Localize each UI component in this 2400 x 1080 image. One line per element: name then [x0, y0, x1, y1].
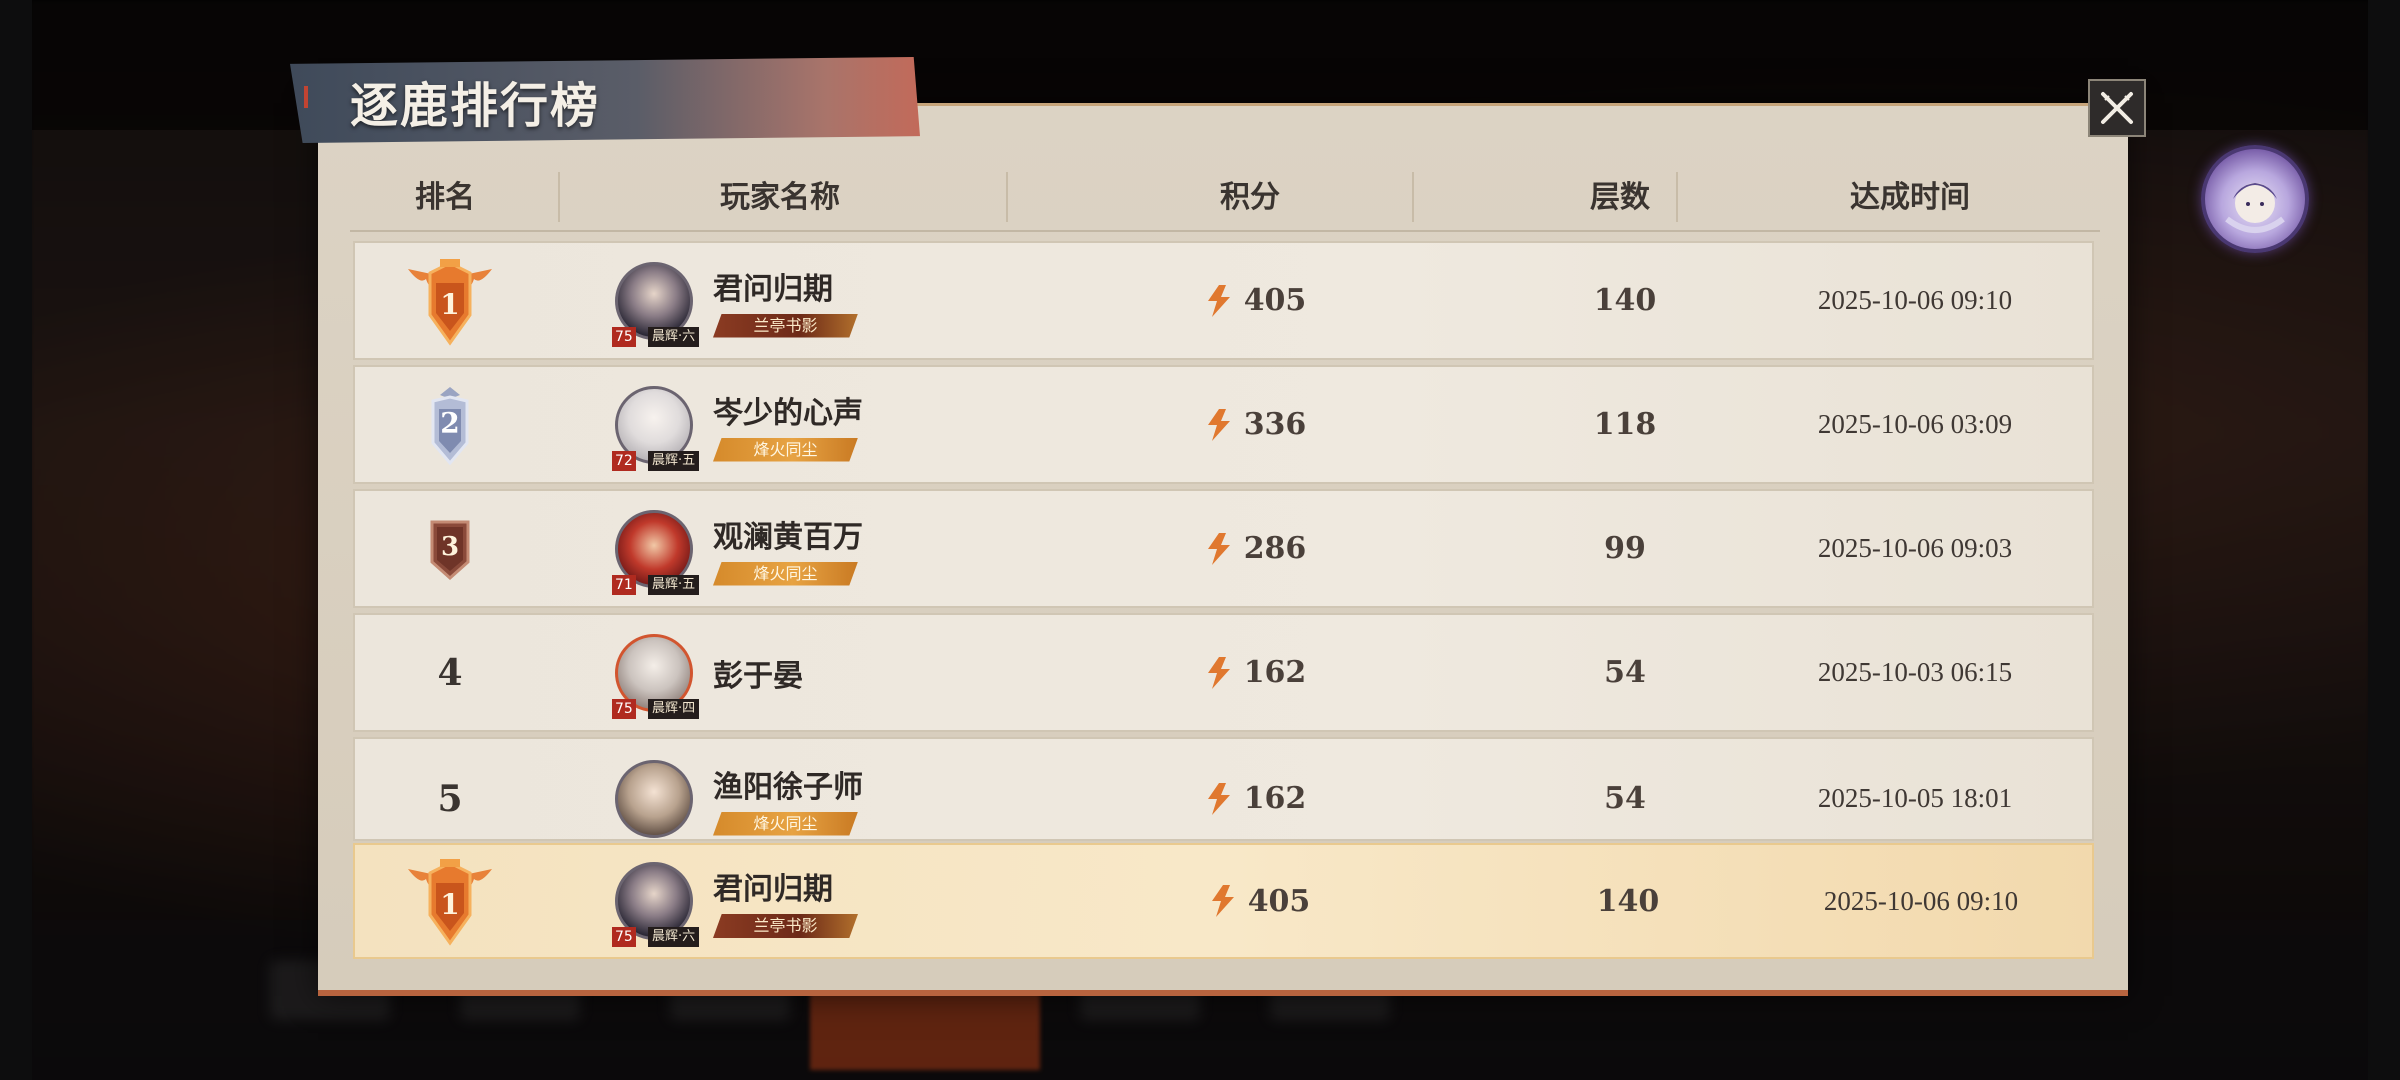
- header-divider: [1676, 172, 1678, 222]
- player-honor-title: 晨辉·五: [648, 450, 700, 471]
- floors-value: 140: [1596, 883, 1660, 919]
- player-honor-title: 晨辉·六: [648, 927, 700, 947]
- score-value: 405: [1247, 883, 1311, 919]
- achieved-time: 2025-10-06 09:10: [1817, 285, 2013, 315]
- rank-number: 3: [440, 531, 460, 562]
- player-level: 75: [612, 326, 636, 347]
- my-rank-row[interactable]: 1 75 晨辉·六 君问归期 兰亭书影 405 140 2025-10-06 0…: [353, 843, 2094, 959]
- score-value: 162: [1243, 781, 1307, 816]
- achieved-time: 2025-10-06 09:03: [1817, 533, 2013, 563]
- floors-value: 118: [1593, 407, 1657, 442]
- score-value: 162: [1243, 655, 1307, 690]
- guild-tag: 烽火同尘: [713, 437, 858, 462]
- rank-number: 2: [440, 406, 460, 440]
- player-honor-title: 晨辉·六: [648, 326, 700, 347]
- table-row[interactable]: 1 75 晨辉·六 君问归期 兰亭书影 405 140 2025-10-06 0…: [353, 241, 2094, 360]
- player-avatar[interactable]: [615, 759, 693, 838]
- score-value: 405: [1243, 283, 1307, 318]
- guild-tag: 烽火同尘: [713, 561, 858, 586]
- avatar-portrait-icon: [2225, 183, 2285, 233]
- close-x-icon: [2101, 92, 2133, 124]
- achieved-time: 2025-10-06 09:10: [1823, 885, 2019, 916]
- score-flame-icon: [1207, 532, 1230, 565]
- column-score: 积分: [1220, 180, 1280, 215]
- score-value: 336: [1243, 407, 1307, 442]
- column-rank: 排名: [415, 180, 475, 215]
- header-divider: [558, 172, 560, 222]
- player-name: 君问归期: [713, 872, 833, 907]
- column-floors: 层数: [1590, 180, 1650, 215]
- player-level: 75: [612, 927, 636, 947]
- score-flame-icon: [1207, 284, 1230, 317]
- floors-value: 140: [1593, 283, 1657, 318]
- score-flame-icon: [1207, 782, 1230, 815]
- player-avatar[interactable]: 75 晨辉·四: [612, 633, 700, 719]
- gold-rank-badge-icon: 1: [400, 855, 500, 947]
- close-button[interactable]: [2088, 79, 2146, 137]
- player-level: 72: [612, 450, 636, 471]
- player-avatar[interactable]: 71 晨辉·五: [612, 509, 700, 595]
- rank-number: 5: [437, 777, 463, 820]
- header-divider: [1006, 172, 1008, 222]
- silver-rank-badge-icon: 2: [425, 385, 475, 465]
- player-name: 彭于晏: [713, 658, 803, 694]
- table-row[interactable]: 2 72 晨辉·五 岑少的心声 烽火同尘 336 118 2025-10-06 …: [353, 365, 2094, 484]
- achieved-time: 2025-10-06 03:09: [1817, 409, 2013, 439]
- floors-value: 99: [1604, 531, 1646, 566]
- guild-tag: 兰亭书影: [713, 914, 858, 938]
- column-time: 达成时间: [1850, 180, 1970, 215]
- rank-number: 1: [440, 287, 460, 321]
- title-accent-mark: [304, 86, 308, 108]
- guild-tag: 烽火同尘: [713, 811, 858, 836]
- floors-value: 54: [1604, 655, 1646, 690]
- player-avatar[interactable]: 72 晨辉·五: [612, 385, 700, 471]
- achieved-time: 2025-10-03 06:15: [1817, 657, 2013, 687]
- table-header: 排名 玩家名称 积分 层数 达成时间: [350, 170, 2100, 232]
- floors-value: 54: [1604, 781, 1646, 816]
- player-level: 71: [612, 574, 636, 595]
- guild-tag: 兰亭书影: [713, 313, 858, 338]
- achieved-time: 2025-10-05 18:01: [1817, 783, 2013, 813]
- player-avatar[interactable]: 75 晨辉·六: [612, 862, 700, 947]
- table-row[interactable]: 5 渔阳徐子师 烽火同尘 162 54 2025-10-05 18:01: [353, 737, 2094, 841]
- score-flame-icon: [1207, 408, 1230, 441]
- player-name: 君问归期: [713, 271, 833, 307]
- player-level: 75: [612, 698, 636, 719]
- header-divider: [1412, 172, 1414, 222]
- gold-rank-badge-icon: 1: [400, 255, 500, 347]
- rank-number: 4: [437, 651, 463, 694]
- column-player: 玩家名称: [720, 180, 840, 215]
- page-title: 逐鹿排行榜: [350, 78, 601, 134]
- score-flame-icon: [1207, 656, 1230, 689]
- player-avatar-button[interactable]: [2201, 145, 2309, 253]
- score-value: 286: [1243, 531, 1307, 566]
- rank-number: 1: [440, 887, 460, 921]
- player-name: 岑少的心声: [713, 395, 863, 431]
- player-honor-title: 晨辉·五: [648, 574, 700, 595]
- table-row[interactable]: 3 71 晨辉·五 观澜黄百万 烽火同尘 286 99 2025-10-06 0…: [353, 489, 2094, 608]
- player-name: 渔阳徐子师: [713, 769, 863, 805]
- bronze-rank-badge-icon: 3: [428, 518, 472, 580]
- score-flame-icon: [1211, 885, 1234, 917]
- table-row[interactable]: 4 75 晨辉·四 彭于晏 162 54 2025-10-03 06:15: [353, 613, 2094, 732]
- player-avatar[interactable]: 75 晨辉·六: [612, 261, 700, 347]
- player-honor-title: 晨辉·四: [648, 698, 700, 719]
- player-name: 观澜黄百万: [713, 519, 863, 555]
